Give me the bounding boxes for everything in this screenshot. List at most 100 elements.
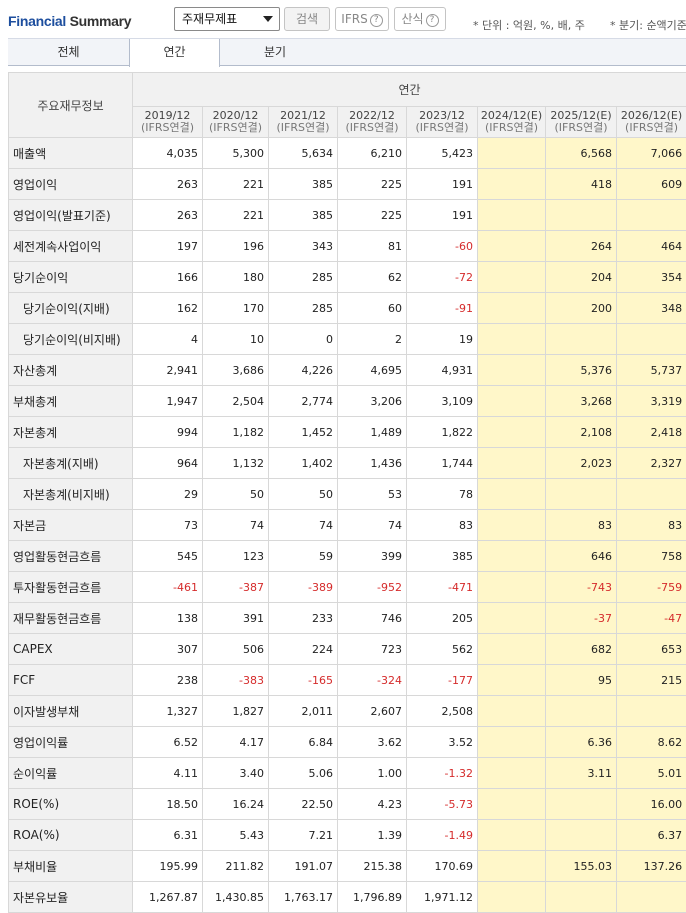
- column-header[interactable]: 2026/12(E)(IFRS연결): [617, 107, 686, 138]
- table-cell: 263: [133, 200, 203, 231]
- table-cell: 653: [617, 634, 686, 665]
- table-row: FCF238-383-165-324-17795215: [9, 665, 686, 696]
- row-label: 당기순이익: [9, 262, 133, 293]
- table-cell: 166: [133, 262, 203, 293]
- row-label: ROE(%): [9, 789, 133, 820]
- search-button[interactable]: 검색: [284, 7, 330, 31]
- column-basis: (IFRS연결): [269, 122, 337, 134]
- table-cell: 215.38: [338, 851, 407, 882]
- table-cell: 2: [338, 324, 407, 355]
- table-cell: [617, 324, 686, 355]
- table-cell: 162: [133, 293, 203, 324]
- column-header[interactable]: 2021/12(IFRS연결): [269, 107, 338, 138]
- table-cell: 5,376: [546, 355, 617, 386]
- table-cell: 6,210: [338, 138, 407, 169]
- table-cell: 215: [617, 665, 686, 696]
- table-cell: -383: [203, 665, 269, 696]
- table-cell: 2,607: [338, 696, 407, 727]
- table-cell: [546, 820, 617, 851]
- table-cell: 3.52: [407, 727, 478, 758]
- table-cell: 385: [269, 169, 338, 200]
- table-cell: -759: [617, 572, 686, 603]
- row-label: 매출액: [9, 138, 133, 169]
- statement-type-select[interactable]: 주재무제표: [174, 7, 280, 31]
- table-cell: [478, 386, 546, 417]
- table-cell: 4.17: [203, 727, 269, 758]
- table-cell: 6.36: [546, 727, 617, 758]
- table-cell: -37: [546, 603, 617, 634]
- table-cell: 138: [133, 603, 203, 634]
- table-cell: 2,023: [546, 448, 617, 479]
- table-cell: [478, 572, 546, 603]
- table-cell: 221: [203, 169, 269, 200]
- table-cell: 964: [133, 448, 203, 479]
- row-label: 순이익률: [9, 758, 133, 789]
- table-cell: 1,402: [269, 448, 338, 479]
- table-cell: [478, 324, 546, 355]
- table-cell: 0: [269, 324, 338, 355]
- table-cell: 3,319: [617, 386, 686, 417]
- table-cell: 385: [269, 200, 338, 231]
- table-cell: 5,634: [269, 138, 338, 169]
- table-cell: -389: [269, 572, 338, 603]
- table-cell: 233: [269, 603, 338, 634]
- table-cell: 83: [407, 510, 478, 541]
- table-cell: -5.73: [407, 789, 478, 820]
- table-cell: 994: [133, 417, 203, 448]
- column-header[interactable]: 2023/12(IFRS연결): [407, 107, 478, 138]
- table-cell: 74: [203, 510, 269, 541]
- table-cell: 5.43: [203, 820, 269, 851]
- table-cell: 50: [269, 479, 338, 510]
- table-cell: 1,822: [407, 417, 478, 448]
- table-cell: [546, 200, 617, 231]
- table-cell: 137.26: [617, 851, 686, 882]
- row-label: 당기순이익(지배): [9, 293, 133, 324]
- table-cell: [546, 479, 617, 510]
- table-cell: 191: [407, 200, 478, 231]
- column-basis: (IFRS연결): [338, 122, 406, 134]
- table-cell: 1,796.89: [338, 882, 407, 913]
- table-row: 당기순이익16618028562-72204354: [9, 262, 686, 293]
- row-label: 이자발생부채: [9, 696, 133, 727]
- formula-button[interactable]: 산식?: [394, 7, 446, 31]
- row-label: FCF: [9, 665, 133, 696]
- table-cell: 123: [203, 541, 269, 572]
- table-row: 영업이익률6.524.176.843.623.526.368.62: [9, 727, 686, 758]
- tab-annual[interactable]: 연간: [129, 39, 220, 67]
- table-cell: 609: [617, 169, 686, 200]
- table-cell: 211.82: [203, 851, 269, 882]
- tab-quarterly[interactable]: 분기: [220, 39, 330, 66]
- column-header[interactable]: 2025/12(E)(IFRS연결): [546, 107, 617, 138]
- table-cell: 53: [338, 479, 407, 510]
- table-cell: 1,430.85: [203, 882, 269, 913]
- column-header[interactable]: 2019/12(IFRS연결): [133, 107, 203, 138]
- tab-all[interactable]: 전체: [8, 39, 129, 66]
- table-cell: 95: [546, 665, 617, 696]
- table-cell: [478, 138, 546, 169]
- table-row: 자산총계2,9413,6864,2264,6954,9315,3765,737: [9, 355, 686, 386]
- table-cell: 1,452: [269, 417, 338, 448]
- chevron-down-icon: [263, 16, 273, 22]
- column-header[interactable]: 2022/12(IFRS연결): [338, 107, 407, 138]
- column-basis: (IFRS연결): [407, 122, 477, 134]
- table-row: 당기순이익(지배)16217028560-91200348: [9, 293, 686, 324]
- table-cell: 1,744: [407, 448, 478, 479]
- table-row: 부채총계1,9472,5042,7743,2063,1093,2683,319: [9, 386, 686, 417]
- table-cell: 6.52: [133, 727, 203, 758]
- table-cell: 225: [338, 169, 407, 200]
- table-body: 매출액4,0355,3005,6346,2105,4236,5687,066영업…: [9, 138, 686, 913]
- column-header[interactable]: 2024/12(E)(IFRS연결): [478, 107, 546, 138]
- column-header[interactable]: 2020/12(IFRS연결): [203, 107, 269, 138]
- row-label: 자본총계: [9, 417, 133, 448]
- table-cell: [478, 882, 546, 913]
- table-cell: 4.11: [133, 758, 203, 789]
- table-cell: 418: [546, 169, 617, 200]
- row-label: 세전계속사업이익: [9, 231, 133, 262]
- table-cell: 7.21: [269, 820, 338, 851]
- table-cell: 285: [269, 293, 338, 324]
- ifrs-button[interactable]: IFRS?: [335, 7, 389, 31]
- table-cell: [478, 231, 546, 262]
- table-row: 영업이익263221385225191418609: [9, 169, 686, 200]
- table-row: 영업이익(발표기준)263221385225191: [9, 200, 686, 231]
- table-cell: -952: [338, 572, 407, 603]
